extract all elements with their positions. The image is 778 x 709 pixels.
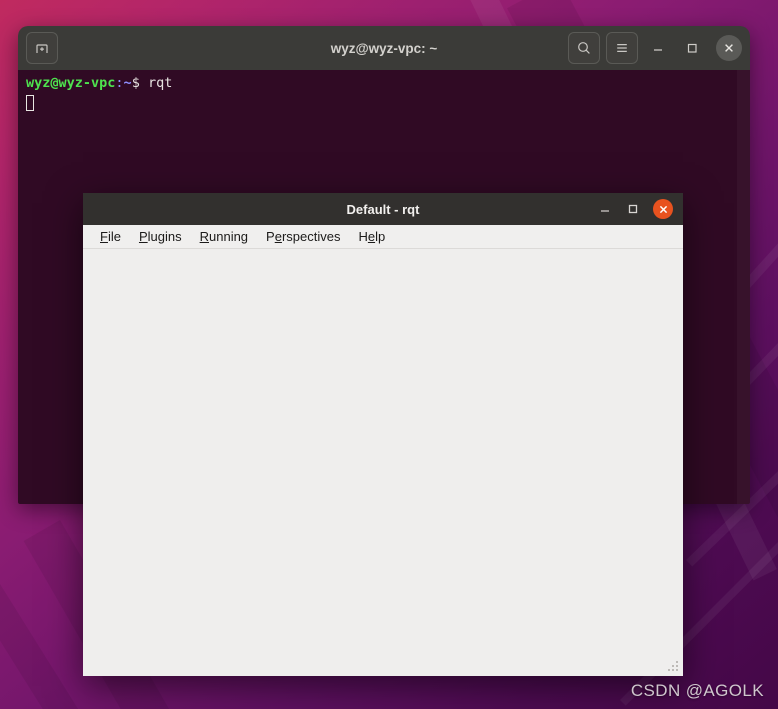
menu-prefix: P (266, 229, 275, 244)
maximize-icon (628, 204, 638, 214)
rqt-maximize-button[interactable] (625, 201, 641, 217)
menu-suffix: unning (209, 229, 249, 244)
menu-item-perspectives[interactable]: Perspectives (257, 227, 349, 246)
menu-mnemonic: e (274, 229, 282, 244)
terminal-user-host: wyz@wyz-vpc (26, 75, 116, 91)
terminal-maximize-button[interactable] (678, 34, 706, 62)
terminal-command: rqt (147, 75, 173, 91)
terminal-search-button[interactable] (568, 32, 600, 64)
menu-item-running[interactable]: Running (191, 227, 257, 246)
rqt-close-button[interactable] (653, 199, 673, 219)
menu-item-file[interactable]: File (91, 227, 130, 246)
terminal-cursor (26, 95, 34, 111)
terminal-colon: : (115, 75, 124, 91)
menu-suffix: lp (375, 229, 386, 244)
rqt-window-controls (597, 199, 677, 219)
terminal-close-button[interactable] (716, 35, 742, 61)
resize-grip-icon[interactable] (666, 659, 680, 673)
terminal-path: ~ (123, 75, 132, 91)
desktop-wallpaper: wyz@wyz-vpc: ~ wyz@wyz-vpc:~$ rqt Defaul… (0, 0, 778, 709)
menu-prefix: H (358, 229, 368, 244)
terminal-titlebar[interactable]: wyz@wyz-vpc: ~ (18, 26, 750, 70)
new-tab-icon (36, 44, 48, 53)
terminal-scrollbar[interactable] (737, 70, 750, 504)
menu-item-help[interactable]: Help (349, 227, 394, 246)
menu-mnemonic: P (138, 229, 148, 244)
rqt-menubar: File Plugins Running Perspectives Help (83, 225, 683, 249)
minimize-icon (601, 210, 609, 212)
rqt-minimize-button[interactable] (597, 201, 613, 217)
hamburger-menu-icon (617, 44, 627, 52)
terminal-cursor-line (26, 93, 750, 117)
rqt-content-area[interactable] (83, 249, 683, 676)
menu-suffix: lugins (147, 229, 182, 244)
new-tab-button[interactable] (26, 32, 58, 64)
terminal-window-controls (568, 32, 742, 64)
rqt-window[interactable]: Default - rqt File Plugins Running Persp… (83, 193, 683, 676)
terminal-menu-button[interactable] (606, 32, 638, 64)
menu-mnemonic: R (199, 229, 209, 244)
menu-suffix: rspectives (281, 229, 341, 244)
terminal-prompt-symbol: $ (131, 75, 140, 91)
maximize-icon (687, 43, 697, 53)
watermark: CSDN @AGOLK (630, 681, 764, 700)
menu-item-plugins[interactable]: Plugins (130, 227, 191, 246)
terminal-minimize-button[interactable] (644, 34, 672, 62)
close-icon (725, 44, 733, 52)
menu-mnemonic: F (100, 229, 108, 244)
terminal-prompt-line: wyz@wyz-vpc:~$ rqt (26, 74, 750, 93)
search-icon (578, 42, 590, 54)
menu-suffix: ile (107, 229, 121, 244)
rqt-window-title: Default - rqt (346, 201, 420, 217)
close-icon (659, 205, 667, 213)
minimize-icon (654, 49, 662, 51)
rqt-titlebar[interactable]: Default - rqt (83, 193, 683, 225)
